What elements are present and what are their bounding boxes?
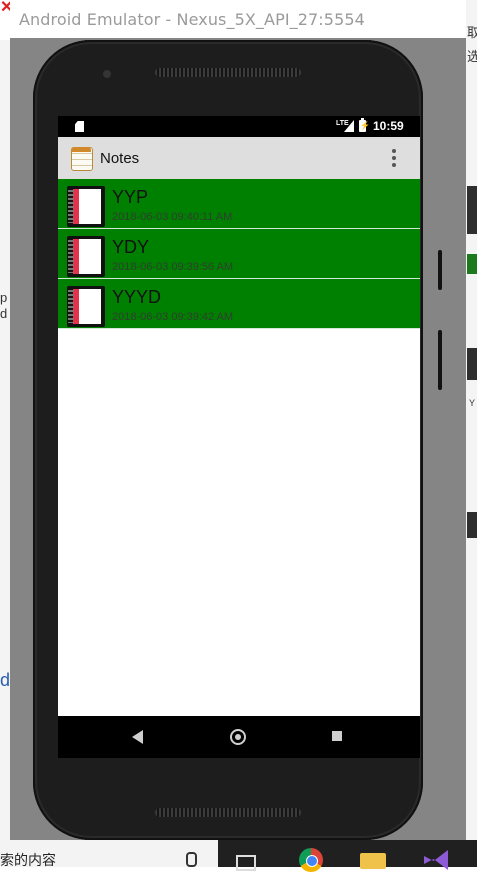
volume-button[interactable] [438,330,442,390]
note-title: YYYD [112,287,162,307]
notebook-icon [67,186,105,227]
background-text-fragment: d [0,306,8,321]
list-item[interactable]: YYP 2018-06-03 09:40:11 AM [58,179,420,229]
nav-home-icon[interactable] [230,729,246,745]
background-panel [467,254,477,274]
notes-app-icon [71,147,93,171]
background-text-fragment: d [0,670,11,690]
device-screen: LTE ⚡ 10:59 Notes YYP 2018-06-03 09:40:1… [58,116,420,758]
list-item[interactable]: YYYD 2018-06-03 09:39:42 AM [58,279,420,329]
notes-list: YYP 2018-06-03 09:40:11 AM YDY 2018-06-0… [58,179,420,329]
nav-recents-icon[interactable] [332,731,342,741]
battery-charging-icon: ⚡ [359,118,370,132]
note-timestamp: 2018-06-03 09:39:42 AM [112,311,234,323]
note-timestamp: 2018-06-03 09:40:11 AM [112,211,233,223]
background-text-fragment: 取 [467,25,477,40]
window-title: Android Emulator - Nexus_5X_API_27:5554 [19,10,365,29]
taskbar-search-box[interactable]: 索的内容 [0,840,218,869]
taskbar: 索的内容 [0,840,477,872]
background-text-fragment: p [0,290,8,305]
status-bar: LTE ⚡ 10:59 [58,116,420,137]
note-timestamp: 2018-06-03 09:39:56 AM [112,261,234,273]
top-speaker [155,68,301,77]
microphone-icon[interactable] [186,852,197,867]
chrome-icon[interactable] [299,848,323,872]
notebook-icon [67,286,105,327]
navigation-bar [58,716,420,758]
note-title: YDY [112,237,150,257]
status-time: 10:59 [373,119,404,133]
visual-studio-icon[interactable] [424,850,448,870]
note-title: YYP [112,187,149,207]
nav-back-icon[interactable] [132,730,143,744]
list-item[interactable]: YDY 2018-06-03 09:39:56 AM [58,229,420,279]
overflow-menu-icon[interactable] [392,149,396,167]
background-panel [467,186,477,234]
power-button[interactable] [438,250,442,290]
network-type: LTE [336,120,349,127]
search-placeholder: 索的内容 [0,853,56,869]
background-app-right [465,0,477,840]
app-toolbar: Notes [58,137,420,179]
background-text-fragment: 选 [467,49,477,64]
window-titlebar[interactable]: Android Emulator - Nexus_5X_API_27:5554 [10,0,466,39]
background-panel [467,348,477,380]
bottom-speaker [155,808,301,817]
front-camera [103,70,111,78]
background-text-fragment: Y [469,398,476,408]
background-panel [467,512,477,538]
sd-card-icon [75,121,84,132]
task-view-icon[interactable] [236,855,256,871]
app-title: Notes [100,150,140,167]
notebook-icon [67,236,105,277]
